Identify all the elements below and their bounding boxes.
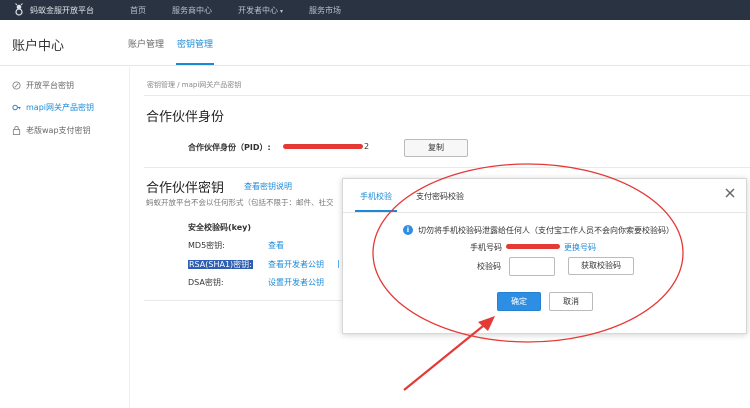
brand-name: 蚂蚁金服开放平台 [30,5,94,15]
partner-identity-title: 合作伙伴身份 [146,110,225,125]
nav-service-market[interactable]: 服务市场 [309,5,341,16]
sidebar-item-mapi-key[interactable]: mapi网关产品密钥 [12,102,94,113]
get-code-button[interactable]: 获取校验码 [568,257,634,275]
chevron-down-icon: ▾ [280,7,284,15]
dsa-key-label: DSA密钥: [188,278,224,287]
tab-payment-password-verification[interactable]: 支付密码校验 [416,191,464,202]
security-code-label: 安全校验码(key) [188,223,252,232]
page-title: 账户中心 [12,39,65,54]
verification-dialog: 手机校验 支付密码校验 i 切勿将手机校验码泄露给任何人（支付宝工作人员不会向你… [342,178,748,334]
sidebar: 开放平台密钥 mapi网关产品密钥 老版wap支付密钥 [0,67,130,408]
tab-key-management[interactable]: 密钥管理 [177,37,213,50]
active-tab-indicator [176,63,214,65]
sidebar-item-label: 老版wap支付密钥 [26,126,91,135]
confirm-button[interactable]: 确定 [497,292,541,311]
nav-home[interactable]: 首页 [130,5,146,16]
rsa-key-label: RSA(SHA1)密钥: [188,259,253,270]
lock-icon [12,126,21,135]
security-notice: 蚂蚁开放平台不会以任何形式（包括不限于：邮件、社交 [146,198,334,207]
change-phone-link[interactable]: 更换号码 [564,242,596,253]
tab-account-management[interactable]: 账户管理 [128,37,164,50]
divider [144,95,750,96]
divider [343,212,748,213]
cancel-button[interactable]: 取消 [549,292,593,311]
copy-pid-button[interactable]: 复制 [404,139,468,157]
verification-notice: 切勿将手机校验码泄露给任何人（支付宝工作人员不会向你索要校验码） [418,226,674,235]
brand-logo[interactable]: 蚂蚁金服开放平台 [12,3,130,17]
partner-key-title: 合作伙伴密钥 [146,181,225,196]
account-header: 账户中心 账户管理 密钥管理 [0,20,750,66]
verification-code-label: 校验码 [477,262,501,271]
divider [144,167,750,168]
md5-key-label: MD5密钥: [188,241,225,250]
key-icon [12,104,21,111]
rsa-key-label-text: RSA(SHA1)密钥: [188,260,253,269]
sidebar-item-wap-pay-key[interactable]: 老版wap支付密钥 [12,125,91,136]
close-icon[interactable] [724,187,736,199]
info-icon: i [403,225,413,235]
sidebar-item-label: 开放平台密钥 [26,81,74,90]
nav-provider-center[interactable]: 服务商中心 [172,5,212,16]
divider [144,300,354,301]
verification-code-input[interactable] [509,257,555,276]
nav-developer-center-label: 开发者中心 [238,5,278,15]
top-navbar: 蚂蚁金服开放平台 首页 服务商中心 开发者中心 ▾ 服务市场 [0,0,750,20]
sidebar-item-open-platform-key[interactable]: 开放平台密钥 [12,80,74,91]
sidebar-item-label: mapi网关产品密钥 [26,103,94,112]
redacted-phone-mark [506,244,560,249]
redacted-pid-mark [283,144,363,149]
pid-value: 2 [364,142,370,151]
nav-developer-center[interactable]: 开发者中心 ▾ [238,5,283,16]
view-developer-public-key-link[interactable]: 查看开发者公钥 [268,259,324,270]
pid-label: 合作伙伴身份（PID）: [188,143,271,152]
link-icon [12,81,21,90]
tab-phone-verification[interactable]: 手机校验 [360,191,392,202]
breadcrumb: 密钥管理 / mapi网关产品密钥 [147,81,242,89]
ant-logo-icon [15,3,23,16]
view-md5-key-link[interactable]: 查看 [268,240,284,251]
set-developer-public-key-link[interactable]: 设置开发者公钥 [268,277,324,288]
phone-number-label: 手机号码 [470,243,502,252]
link-divider: | [337,259,340,268]
view-key-help-link[interactable]: 查看密钥说明 [244,181,292,192]
